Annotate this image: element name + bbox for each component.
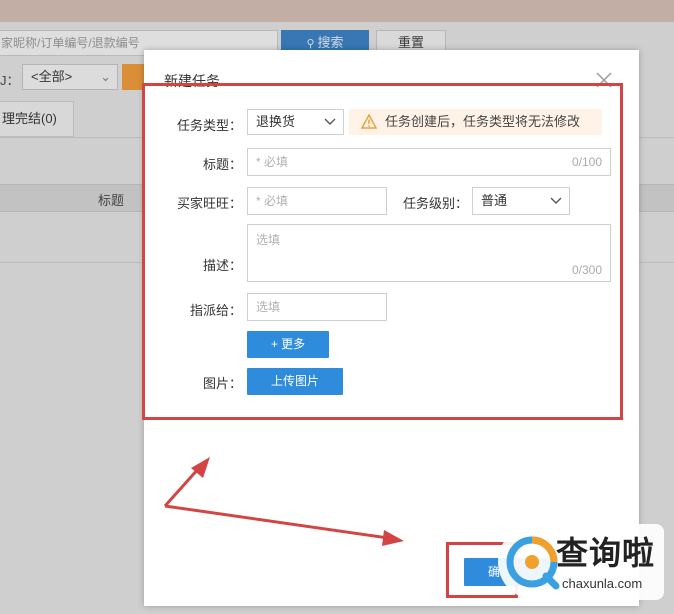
watermark-text-cn: 查询啦 [556,534,656,572]
watermark-logo-icon [506,536,560,590]
watermark: 查询啦 chaxunla.com [498,524,664,600]
watermark-text-en: chaxunla.com [562,576,643,591]
annotation-arrows [163,457,404,546]
